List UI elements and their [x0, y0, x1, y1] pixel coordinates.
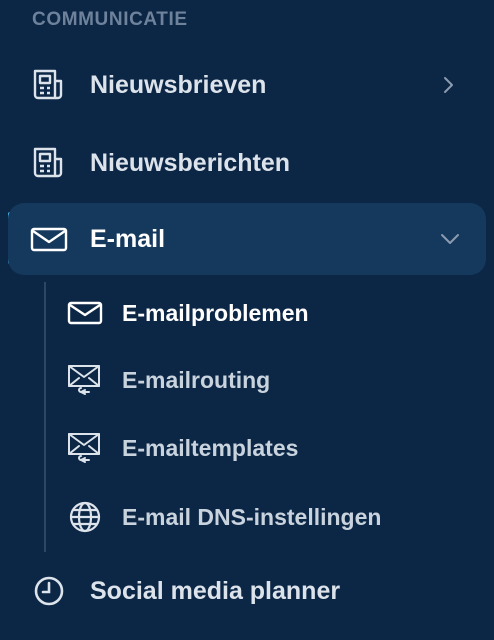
submenu-item-emailrouting[interactable]: E-mailrouting — [60, 352, 480, 408]
sidebar-item-nieuwsbrieven[interactable]: Nieuwsbrieven — [12, 52, 484, 118]
submenu-item-label: E-mail DNS-instellingen — [122, 503, 382, 530]
submenu-item-label: E-mailtemplates — [122, 434, 299, 461]
envelope-icon — [66, 294, 104, 332]
submenu-item-label: E-mailrouting — [122, 366, 271, 393]
sidebar-item-social-media-planner[interactable]: Social media planner — [12, 558, 484, 624]
submenu-guide-line — [44, 282, 46, 552]
newspaper-icon — [30, 144, 68, 182]
sidebar-item-label: Nieuwsbrieven — [90, 70, 267, 99]
sidebar-item-email[interactable]: E-mail — [8, 203, 486, 275]
chevron-down-icon — [440, 229, 460, 249]
envelope-icon — [30, 220, 68, 258]
submenu-item-emailproblemen[interactable]: E-mailproblemen — [60, 285, 480, 341]
newspaper-icon — [30, 66, 68, 104]
sidebar-item-label: Nieuwsberichten — [90, 148, 291, 177]
submenu-item-email-dns[interactable]: E-mail DNS-instellingen — [60, 489, 480, 545]
submenu-item-label: E-mailproblemen — [122, 299, 309, 326]
envelope-forward-icon — [66, 361, 104, 399]
globe-icon — [66, 498, 104, 536]
envelope-forward-icon — [66, 429, 104, 467]
submenu-item-emailtemplates[interactable]: E-mailtemplates — [60, 420, 480, 476]
chevron-right-icon — [438, 75, 458, 95]
sidebar-item-label: Social media planner — [90, 576, 341, 605]
section-title: COMMUNICATIE — [32, 9, 188, 30]
clock-icon — [30, 572, 68, 610]
sidebar-item-nieuwsberichten[interactable]: Nieuwsberichten — [12, 130, 484, 196]
sidebar-item-label: E-mail — [90, 224, 166, 253]
